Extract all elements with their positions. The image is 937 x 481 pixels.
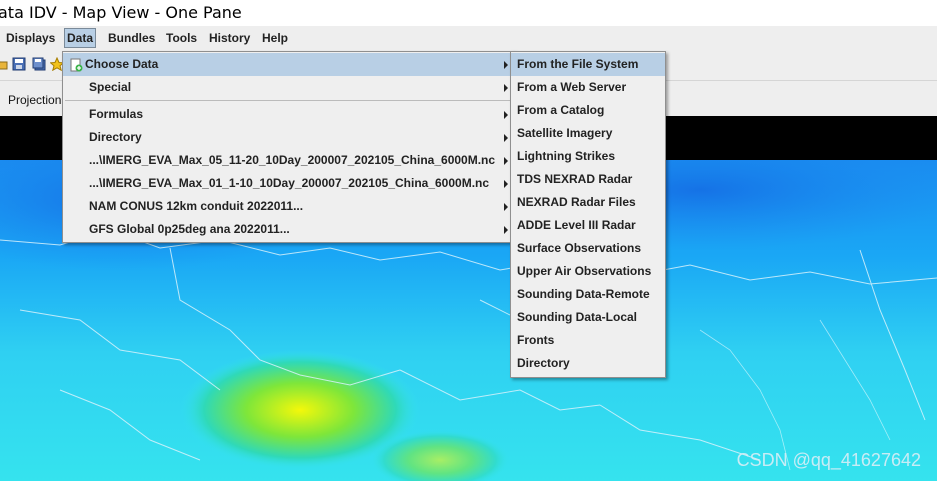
submenu-item-directory[interactable]: Directory bbox=[511, 352, 665, 375]
menu-help[interactable]: Help bbox=[260, 29, 290, 47]
submenu-item-label: Sounding Data-Remote bbox=[517, 287, 650, 301]
save-icon[interactable] bbox=[12, 57, 26, 71]
submenu-arrow-icon bbox=[504, 157, 508, 165]
submenu-arrow-icon bbox=[504, 226, 508, 234]
coastlines bbox=[699, 319, 891, 471]
menu-item-choose-data[interactable]: Choose Data bbox=[63, 53, 514, 76]
submenu-item-label: Directory bbox=[517, 356, 570, 370]
submenu-item-sounding-remote[interactable]: Sounding Data-Remote bbox=[511, 283, 665, 306]
menu-item-label: NAM CONUS 12km conduit 2022011... bbox=[89, 199, 304, 213]
submenu-arrow-icon bbox=[504, 61, 508, 69]
submenu-item-surface-observations[interactable]: Surface Observations bbox=[511, 237, 665, 260]
submenu-arrow-icon bbox=[504, 134, 508, 142]
submenu-item-lightning-strikes[interactable]: Lightning Strikes bbox=[511, 145, 665, 168]
menu-data[interactable]: Data bbox=[64, 28, 97, 48]
menu-bar: Displays Data Bundles Tools History Help bbox=[0, 26, 937, 50]
menu-item-label: Formulas bbox=[89, 107, 144, 121]
submenu-item-from-web-server[interactable]: From a Web Server bbox=[511, 76, 665, 99]
submenu-item-label: Fronts bbox=[517, 333, 555, 347]
submenu-item-label: Satellite Imagery bbox=[517, 126, 613, 140]
submenu-item-label: NEXRAD Radar Files bbox=[517, 195, 636, 209]
menu-item-recent-dataset[interactable]: GFS Global 0p25deg ana 2022011... bbox=[63, 218, 514, 241]
menu-history[interactable]: History bbox=[207, 29, 252, 47]
submenu-item-label: TDS NEXRAD Radar bbox=[517, 172, 633, 186]
menu-item-special[interactable]: Special bbox=[63, 76, 514, 99]
submenu-arrow-icon bbox=[504, 203, 508, 211]
menu-item-formulas[interactable]: Formulas bbox=[63, 103, 514, 126]
menu-tools[interactable]: Tools bbox=[164, 29, 199, 47]
menu-bundles[interactable]: Bundles bbox=[106, 29, 157, 47]
menu-displays[interactable]: Displays bbox=[4, 29, 57, 47]
data-menu: Choose Data Special Formulas Directory .… bbox=[62, 51, 515, 243]
menu-item-recent-dataset[interactable]: NAM CONUS 12km conduit 2022011... bbox=[63, 195, 514, 218]
submenu-item-from-catalog[interactable]: From a Catalog bbox=[511, 99, 665, 122]
submenu-item-label: From a Web Server bbox=[517, 80, 627, 94]
menu-item-directory[interactable]: Directory bbox=[63, 126, 514, 149]
submenu-item-adde-level3-radar[interactable]: ADDE Level III Radar bbox=[511, 214, 665, 237]
menu-item-recent-file[interactable]: ...\IMERG_EVA_Max_01_1-10_10Day_200007_2… bbox=[63, 172, 514, 195]
window-title: ata IDV - Map View - One Pane bbox=[0, 3, 242, 22]
menu-item-label: ...\IMERG_EVA_Max_05_11-20_10Day_200007_… bbox=[89, 153, 496, 167]
submenu-arrow-icon bbox=[504, 180, 508, 188]
menu-item-recent-file[interactable]: ...\IMERG_EVA_Max_05_11-20_10Day_200007_… bbox=[63, 149, 514, 172]
submenu-arrow-icon bbox=[504, 84, 508, 92]
submenu-item-label: Lightning Strikes bbox=[517, 149, 616, 163]
watermark-text: CSDN @qq_41627642 bbox=[736, 450, 921, 470]
submenu-item-sounding-local[interactable]: Sounding Data-Local bbox=[511, 306, 665, 329]
menu-separator bbox=[65, 100, 512, 101]
submenu-item-upper-air-observations[interactable]: Upper Air Observations bbox=[511, 260, 665, 283]
window-title-bar: ata IDV - Map View - One Pane bbox=[0, 0, 937, 26]
open-folder-icon[interactable] bbox=[0, 57, 8, 71]
submenu-item-tds-nexrad-radar[interactable]: TDS NEXRAD Radar bbox=[511, 168, 665, 191]
submenu-item-label: From the File System bbox=[517, 57, 639, 71]
submenu-item-nexrad-radar-files[interactable]: NEXRAD Radar Files bbox=[511, 191, 665, 214]
menu-item-label: Directory bbox=[89, 130, 142, 144]
menu-item-label: GFS Global 0p25deg ana 2022011... bbox=[89, 222, 290, 236]
projection-menu[interactable]: Projection bbox=[8, 93, 61, 107]
submenu-item-satellite-imagery[interactable]: Satellite Imagery bbox=[511, 122, 665, 145]
menu-item-label: Special bbox=[89, 80, 132, 94]
submenu-item-label: Surface Observations bbox=[517, 241, 642, 255]
add-data-icon bbox=[70, 58, 83, 72]
submenu-item-from-file-system[interactable]: From the File System bbox=[511, 53, 665, 76]
save-as-icon[interactable] bbox=[32, 57, 46, 71]
submenu-item-label: Upper Air Observations bbox=[517, 264, 652, 278]
menu-item-label: Choose Data bbox=[85, 57, 159, 71]
submenu-arrow-icon bbox=[504, 111, 508, 119]
choose-data-submenu: From the File System From a Web Server F… bbox=[510, 51, 666, 378]
submenu-item-label: ADDE Level III Radar bbox=[517, 218, 636, 232]
submenu-item-label: From a Catalog bbox=[517, 103, 605, 117]
menu-item-label: ...\IMERG_EVA_Max_01_1-10_10Day_200007_2… bbox=[89, 176, 490, 190]
submenu-item-label: Sounding Data-Local bbox=[517, 310, 637, 324]
submenu-item-fronts[interactable]: Fronts bbox=[511, 329, 665, 352]
